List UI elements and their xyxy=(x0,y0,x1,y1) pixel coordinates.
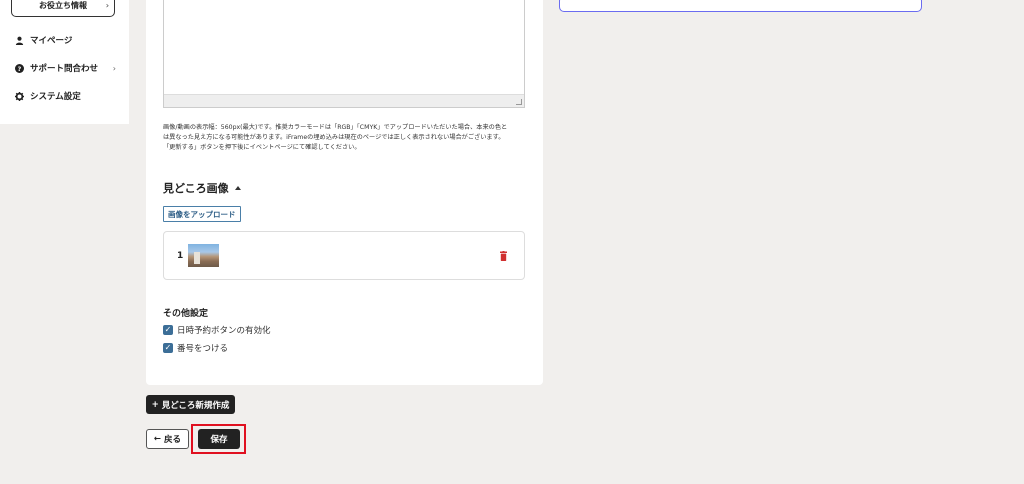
useful-info-button[interactable]: お役立ち情報 › xyxy=(11,0,115,17)
useful-info-label: お役立ち情報 xyxy=(39,1,87,10)
save-label: 保存 xyxy=(210,435,228,445)
trash-icon[interactable] xyxy=(500,251,507,261)
save-button[interactable]: 保存 xyxy=(198,429,240,449)
sidebar-item-mypage[interactable]: マイページ xyxy=(15,34,120,46)
editor-statusbar xyxy=(164,94,524,107)
resize-handle-icon[interactable] xyxy=(516,99,522,105)
image-thumbnail xyxy=(188,244,219,267)
highlight-images-toggle[interactable]: 見どころ画像 xyxy=(163,180,241,196)
option-numbering[interactable]: ✓ 番号をつける xyxy=(163,342,228,354)
sidebar-item-system-settings[interactable]: システム設定 xyxy=(15,90,120,102)
upload-image-button[interactable]: 画像をアップロード xyxy=(163,206,241,222)
arrow-left-icon: ← xyxy=(153,434,162,444)
sidebar-item-label: システム設定 xyxy=(30,92,81,102)
new-highlight-label: 見どころ新規作成 xyxy=(161,400,230,411)
chevron-right-icon: › xyxy=(105,1,109,10)
caret-up-icon xyxy=(234,186,241,190)
section-title: 見どころ画像 xyxy=(163,182,229,195)
user-icon xyxy=(15,36,24,45)
note-line: 画像/動画の表示幅：560px(最大)です。推奨カラーモードは「RGB」「CMY… xyxy=(163,124,508,131)
image-list: 1 xyxy=(163,231,525,280)
plus-icon: + xyxy=(151,399,159,410)
editor-note: 画像/動画の表示幅：560px(最大)です。推奨カラーモードは「RGB」「CMY… xyxy=(163,123,528,153)
sidebar-item-support[interactable]: ? サポート問合わせ › xyxy=(15,62,120,74)
content-editor[interactable] xyxy=(163,0,525,108)
sidebar-item-label: マイページ xyxy=(30,36,73,46)
focused-input[interactable] xyxy=(559,0,922,12)
chevron-right-icon: › xyxy=(112,63,116,73)
svg-text:?: ? xyxy=(18,65,22,72)
back-button[interactable]: ← 戻る xyxy=(146,429,189,449)
other-settings-title: その他設定 xyxy=(163,309,209,319)
upload-image-label: 画像をアップロード xyxy=(168,209,236,219)
new-highlight-button[interactable]: + 見どころ新規作成 xyxy=(146,395,235,414)
sidebar: お役立ち情報 › マイページ ? サポート問合わせ › システム設定 xyxy=(0,0,129,124)
image-number: 1 xyxy=(177,251,184,261)
option-reservation-button[interactable]: ✓ 日時予約ボタンの有効化 xyxy=(163,324,271,336)
question-circle-icon: ? xyxy=(15,63,24,73)
highlight-edit-card: 画像/動画の表示幅：560px(最大)です。推奨カラーモードは「RGB」「CMY… xyxy=(146,0,543,385)
option-label: 日時予約ボタンの有効化 xyxy=(177,326,271,336)
back-label: 戻る xyxy=(164,435,182,445)
gear-icon xyxy=(15,91,24,101)
note-line: 「更新する」ボタンを押下後にイベントページにて確認してください。 xyxy=(163,144,361,151)
note-line: は異なった見え方になる可能性があります。iFrameの埋め込みは現在のページでは… xyxy=(163,134,505,141)
checkbox-checked[interactable]: ✓ xyxy=(163,343,173,353)
option-label: 番号をつける xyxy=(177,344,229,354)
sidebar-item-label: サポート問合わせ xyxy=(30,64,99,74)
checkbox-checked[interactable]: ✓ xyxy=(163,325,173,335)
